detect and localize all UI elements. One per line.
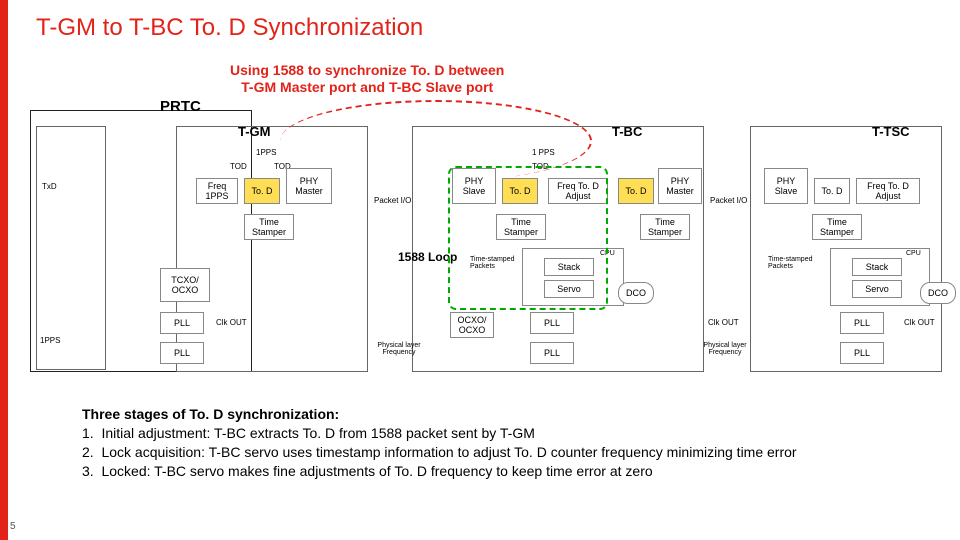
ttsc-stack: Stack	[852, 258, 902, 276]
prtc-label: PRTC	[160, 98, 201, 115]
packet-io-1: Packet I/O	[374, 196, 411, 205]
tbc-pll1: PLL	[530, 312, 574, 334]
page-number: 5	[10, 521, 16, 532]
ttsc-dco: DCO	[920, 282, 956, 304]
subtitle-line1: Using 1588 to synchronize To. D between	[230, 62, 504, 78]
ttsc-pll2: PLL	[840, 342, 884, 364]
tbc-ocxo: OCXO/ OCXO	[450, 312, 494, 338]
tbc-time-stamper-r: Time Stamper	[640, 214, 690, 240]
ttsc-clkout: Clk OUT	[904, 318, 935, 327]
subtitle: Using 1588 to synchronize To. D between …	[230, 62, 504, 96]
ttsc-pll1: PLL	[840, 312, 884, 334]
ttsc-tspackets: Time-stamped Packets	[768, 256, 818, 270]
gnss-1pps: 1PPS	[40, 336, 60, 345]
phys-freq-2: Physical layer Frequency	[700, 342, 750, 356]
tgm-1pps: 1PPS	[256, 148, 276, 157]
ttsc-servo: Servo	[852, 280, 902, 298]
slide-accent-bar	[0, 0, 8, 540]
tbc-pll2: PLL	[530, 342, 574, 364]
ttsc-time-stamper: Time Stamper	[812, 214, 862, 240]
packet-io-2: Packet I/O	[710, 196, 747, 205]
tgm-freq1pps: Freq 1PPS	[196, 178, 238, 204]
tgm-tod: To. D	[244, 178, 280, 204]
tgm-clkout: Clk OUT	[216, 318, 247, 327]
stage-2: Lock acquisition: T-BC servo uses timest…	[101, 444, 796, 460]
stage-1: Initial adjustment: T-BC extracts To. D …	[101, 425, 534, 441]
tgm-pll2: PLL	[160, 342, 204, 364]
gnss-block	[36, 126, 106, 370]
tbc-tod-r: To. D	[618, 178, 654, 204]
stages-block: Three stages of To. D synchronization: 1…	[82, 405, 797, 481]
tbc-header: T-BC	[612, 124, 642, 139]
loop-highlight-icon	[448, 166, 608, 310]
ttsc-cpu: CPU	[906, 250, 921, 257]
tbc-phy-master: PHY Master	[658, 168, 702, 204]
phys-freq-1: Physical layer Frequency	[374, 342, 424, 356]
tgm-time-stamper: Time Stamper	[244, 214, 294, 240]
slide-title: T-GM to T-BC To. D Synchronization	[36, 14, 423, 42]
ttsc-tod: To. D	[814, 178, 850, 204]
tgm-pll1: PLL	[160, 312, 204, 334]
ttsc-phy-slave: PHY Slave	[764, 168, 808, 204]
stages-heading: Three stages of To. D synchronization:	[82, 406, 339, 422]
tgm-tcxo: TCXO/ OCXO	[160, 268, 210, 302]
clkout-2: Clk OUT	[708, 318, 739, 327]
tbc-dco: DCO	[618, 282, 654, 304]
tgm-header: T-GM	[238, 124, 271, 139]
ttsc-freq-adjust: Freq To. D Adjust	[856, 178, 920, 204]
subtitle-line2: T-GM Master port and T-BC Slave port	[241, 79, 493, 95]
gnss-txd: TxD	[42, 182, 57, 191]
tgm-phy-master: PHY Master	[286, 168, 332, 204]
stage-3: Locked: T-BC servo makes fine adjustment…	[101, 463, 652, 479]
ttsc-header: T-TSC	[872, 124, 910, 139]
tgm-tod-l: TOD	[230, 162, 247, 171]
